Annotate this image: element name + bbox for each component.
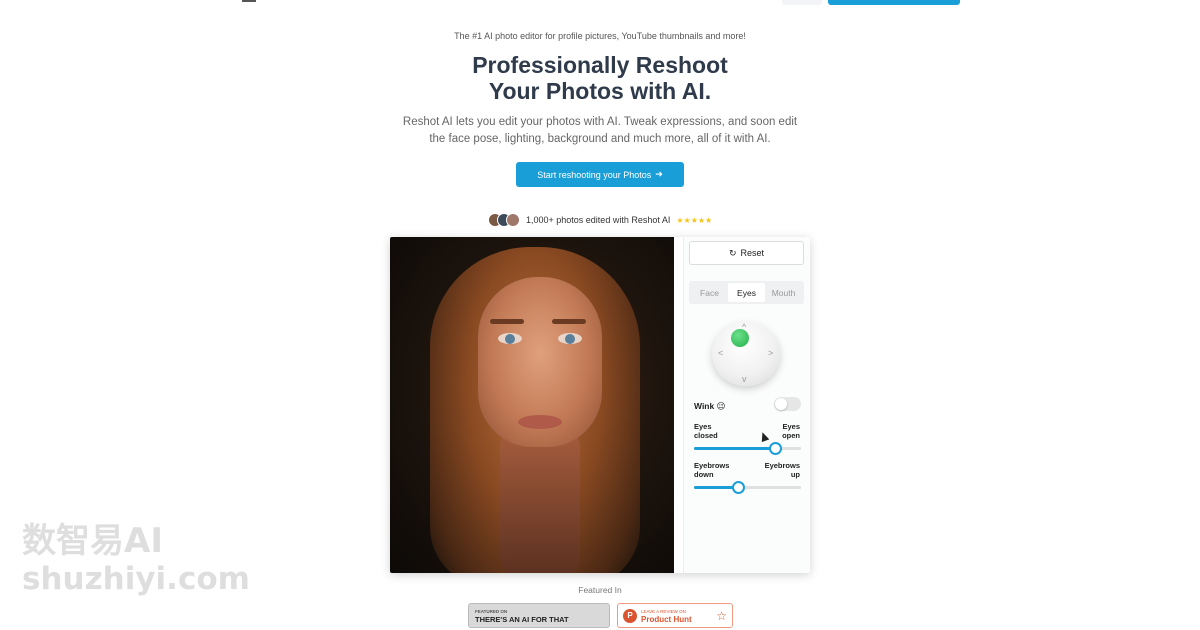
edit-panel: ↻ Reset Face Eyes Mouth ^ v < > Wink 😉 E… bbox=[683, 237, 810, 573]
social-proof: 1,000+ photos edited with Reshot AI ★★★★… bbox=[488, 212, 712, 228]
watermark-en: shuzhiyi.com bbox=[22, 561, 250, 597]
slider-label-line: closed bbox=[694, 431, 718, 440]
avatar bbox=[506, 213, 520, 227]
hero-tagline: The #1 AI photo editor for profile pictu… bbox=[454, 31, 746, 41]
portrait-brow bbox=[552, 319, 586, 324]
slider-label-line: open bbox=[782, 431, 800, 440]
portrait-photo bbox=[390, 237, 674, 573]
eyes-open-slider[interactable] bbox=[694, 442, 801, 455]
slider-label-line: Eyebrows bbox=[764, 461, 800, 470]
hero-title-line2: Your Photos with AI. bbox=[488, 78, 712, 104]
wink-label: Wink 😉 bbox=[694, 401, 726, 411]
tab-mouth[interactable]: Mouth bbox=[765, 283, 802, 302]
wink-toggle[interactable] bbox=[774, 397, 801, 411]
aiforthat-text: FEATURED ON THERE'S AN AI FOR THAT bbox=[475, 608, 569, 624]
tab-face[interactable]: Face bbox=[691, 283, 728, 302]
product-hunt-text: LEAVE A REVIEW ON Product Hunt bbox=[641, 608, 692, 624]
slider-label-line: up bbox=[790, 470, 800, 479]
chevron-right-icon: > bbox=[768, 348, 774, 358]
slider-eyes-right-label: Eyes open bbox=[782, 422, 800, 440]
reset-label: Reset bbox=[740, 248, 765, 258]
gaze-joystick[interactable]: ^ v < > bbox=[712, 322, 780, 386]
refresh-icon: ↻ bbox=[728, 247, 737, 258]
hero-title-line1: Professionally Reshoot bbox=[472, 52, 728, 78]
feature-tabs: Face Eyes Mouth bbox=[689, 281, 804, 304]
hero-subtitle: Reshot AI lets you edit your photos with… bbox=[0, 114, 1200, 148]
avatar-stack bbox=[488, 213, 520, 227]
site-watermark: 数智易AI shuzhiyi.com bbox=[22, 522, 250, 598]
product-hunt-name: Product Hunt bbox=[641, 614, 692, 624]
editor-demo: ↻ Reset Face Eyes Mouth ^ v < > Wink 😉 E… bbox=[390, 237, 810, 573]
slider-thumb[interactable] bbox=[769, 442, 783, 455]
slider-label-line: Eyebrows bbox=[694, 461, 730, 470]
start-reshooting-button[interactable]: Start reshooting your Photos ➔ bbox=[516, 162, 684, 187]
arrow-right-icon: ➔ bbox=[655, 169, 663, 179]
portrait-brow bbox=[490, 319, 524, 324]
nav-menu-icon[interactable] bbox=[242, 0, 256, 2]
portrait-eye bbox=[498, 333, 522, 344]
theres-an-ai-for-that-badge[interactable]: FEATURED ON THERE'S AN AI FOR THAT bbox=[468, 603, 610, 628]
social-proof-text: 1,000+ photos edited with Reshot AI bbox=[526, 215, 671, 225]
slider-brows-left-label: Eyebrows down bbox=[694, 461, 729, 479]
hero-subtitle-line1: Reshot AI lets you edit your photos with… bbox=[402, 116, 798, 128]
hero-subtitle-line2: the face pose, lighting, background and … bbox=[429, 133, 771, 145]
nav-cta-button[interactable] bbox=[828, 0, 960, 5]
slider-fill bbox=[694, 447, 776, 450]
slider-thumb[interactable] bbox=[731, 481, 745, 494]
slider-brows-right-label: Eyebrows up bbox=[765, 461, 800, 479]
rating-stars-icon: ★★★★★ bbox=[676, 215, 713, 225]
cta-label: Start reshooting your Photos bbox=[537, 169, 652, 180]
product-hunt-icon: P bbox=[623, 608, 637, 623]
slider-eyes-left-label: Eyes closed bbox=[694, 422, 718, 440]
hero-title: Professionally Reshoot Your Photos with … bbox=[0, 52, 1200, 104]
portrait-eye bbox=[558, 333, 582, 344]
product-hunt-badge[interactable]: P LEAVE A REVIEW ON Product Hunt ☆ bbox=[617, 603, 733, 628]
reset-button[interactable]: ↻ Reset bbox=[689, 241, 804, 265]
tab-eyes[interactable]: Eyes bbox=[728, 283, 765, 302]
watermark-cn: 数智易AI bbox=[22, 521, 163, 561]
joystick-knob[interactable] bbox=[731, 329, 749, 347]
portrait-neck bbox=[500, 427, 580, 573]
chevron-left-icon: < bbox=[718, 348, 724, 358]
portrait-lips bbox=[518, 415, 562, 429]
nav-secondary-button[interactable] bbox=[782, 0, 822, 5]
slider-label-line: Eyes bbox=[694, 422, 712, 431]
chevron-down-icon: v bbox=[742, 374, 747, 384]
aiforthat-name: THERE'S AN AI FOR THAT bbox=[475, 614, 569, 624]
star-outline-icon: ☆ bbox=[716, 609, 727, 623]
slider-label-line: Eyes bbox=[782, 422, 800, 431]
eyebrows-slider[interactable] bbox=[694, 481, 801, 494]
slider-label-line: down bbox=[694, 470, 714, 479]
